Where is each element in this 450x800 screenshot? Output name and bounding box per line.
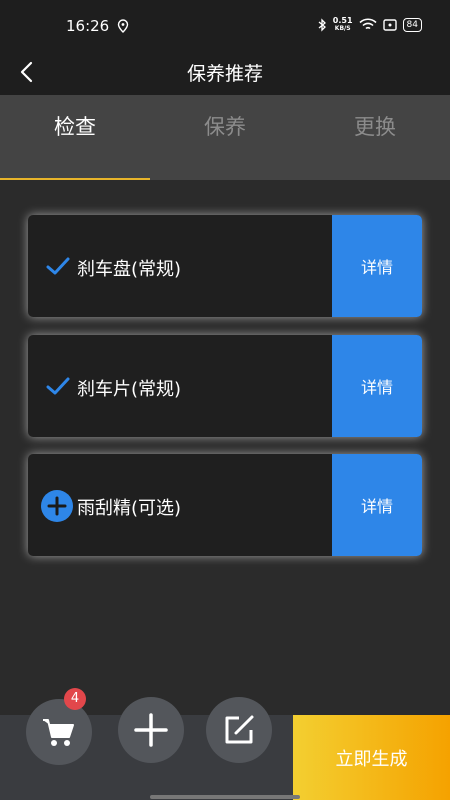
detail-button[interactable]: 详情 [332,335,422,437]
check-icon[interactable] [45,253,71,279]
detail-button[interactable]: 详情 [332,215,422,317]
tab-maintenance[interactable]: 保养 [150,111,300,141]
generate-button[interactable]: 立即生成 [293,715,450,800]
list-item: 刹车盘(常规) 详情 [28,215,422,317]
location-icon [117,19,129,33]
status-bar: 16:26 0.51 KB/S 84 [0,0,450,50]
cart-button[interactable] [26,699,92,765]
plus-icon [134,713,168,747]
home-indicator [150,795,300,799]
tab-replace[interactable]: 更换 [300,111,450,141]
item-label: 刹车片(常规) [77,379,182,400]
item-label: 雨刮精(可选) [77,498,182,519]
list-item: 雨刮精(可选) 详情 [28,454,422,556]
plus-circle-icon[interactable] [41,490,73,522]
screen-cast-icon [382,18,397,31]
status-indicators: 0.51 KB/S 84 [318,17,422,32]
tab-inspect[interactable]: 检查 [0,111,150,141]
status-time: 16:26 [66,17,110,35]
detail-button[interactable]: 详情 [332,454,422,556]
network-speed: 0.51 KB/S [332,16,353,33]
check-icon[interactable] [45,373,71,399]
edit-button[interactable] [206,697,272,763]
page-title: 保养推荐 [186,63,263,85]
speed-unit: KB/S [334,25,351,32]
bluetooth-icon [318,17,326,32]
speed-value: 0.51 [332,16,353,25]
add-button[interactable] [118,697,184,763]
item-label: 刹车盘(常规) [77,259,182,280]
battery-indicator: 84 [402,17,422,32]
wifi-icon [358,18,377,30]
cart-badge: 4 [64,688,86,710]
list-item: 刹车片(常规) 详情 [28,335,422,437]
tab-bar: 检查 保养 更换 [0,95,450,180]
edit-icon [225,715,254,744]
cart-icon [43,719,74,746]
active-tab-indicator [0,178,150,180]
nav-bar: 保养推荐 [0,50,450,95]
